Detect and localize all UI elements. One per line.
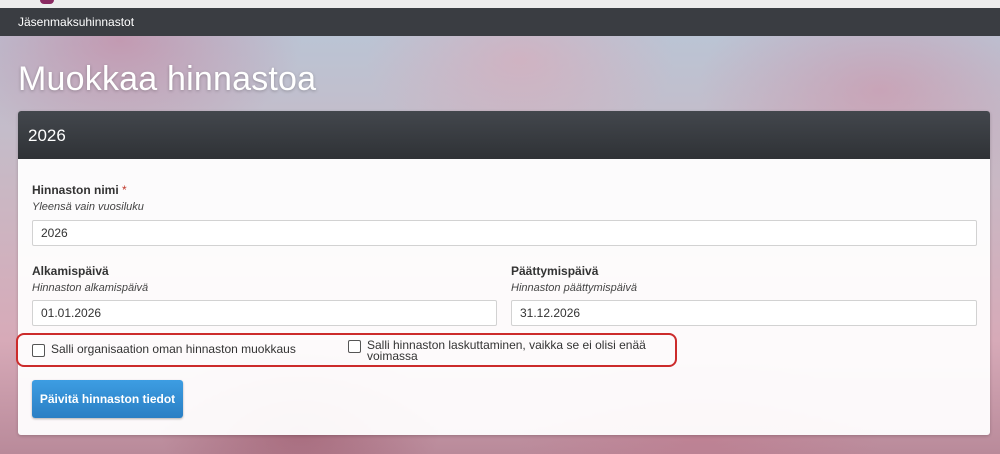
billing-checkbox-label: Salli hinnaston laskuttaminen, vaikka se… (367, 338, 646, 363)
start-date-help: Hinnaston alkamispäivä (32, 282, 149, 294)
end-date-group: Päättymispäivä Hinnaston päättymispäivä (511, 264, 637, 294)
top-strip (0, 0, 1000, 8)
page-title: Muokkaa hinnastoa (18, 60, 317, 98)
update-pricelist-button[interactable]: Päivitä hinnaston tiedot (32, 380, 183, 418)
name-label-text: Hinnaston nimi (32, 183, 119, 197)
name-input[interactable] (32, 220, 977, 246)
end-date-label: Päättymispäivä (511, 264, 599, 278)
logo-accent (40, 0, 54, 4)
panel-title: 2026 (18, 111, 990, 159)
breadcrumb: Jäsenmaksuhinnastot (0, 8, 1000, 36)
billing-checkbox[interactable] (348, 340, 361, 353)
org-edit-checkbox-option[interactable]: Salli organisaation oman hinnaston muokk… (32, 342, 296, 357)
start-date-input[interactable] (32, 300, 497, 326)
start-date-label: Alkamispäivä (32, 264, 109, 278)
end-date-input[interactable] (511, 300, 977, 326)
end-date-help: Hinnaston päättymispäivä (511, 282, 637, 294)
start-date-group: Alkamispäivä Hinnaston alkamispäivä (32, 264, 148, 294)
org-edit-checkbox[interactable] (32, 344, 45, 357)
name-help: Yleensä vain vuosiluku (32, 201, 144, 213)
org-edit-checkbox-label: Salli organisaation oman hinnaston muokk… (51, 342, 296, 356)
breadcrumb-link[interactable]: Jäsenmaksuhinnastot (0, 15, 134, 29)
name-field-group: Hinnaston nimi * Yleensä vain vuosiluku (32, 183, 144, 213)
name-label: Hinnaston nimi * (32, 183, 144, 197)
required-mark: * (122, 183, 127, 197)
billing-checkbox-option[interactable]: Salli hinnaston laskuttaminen, vaikka se… (348, 338, 648, 363)
